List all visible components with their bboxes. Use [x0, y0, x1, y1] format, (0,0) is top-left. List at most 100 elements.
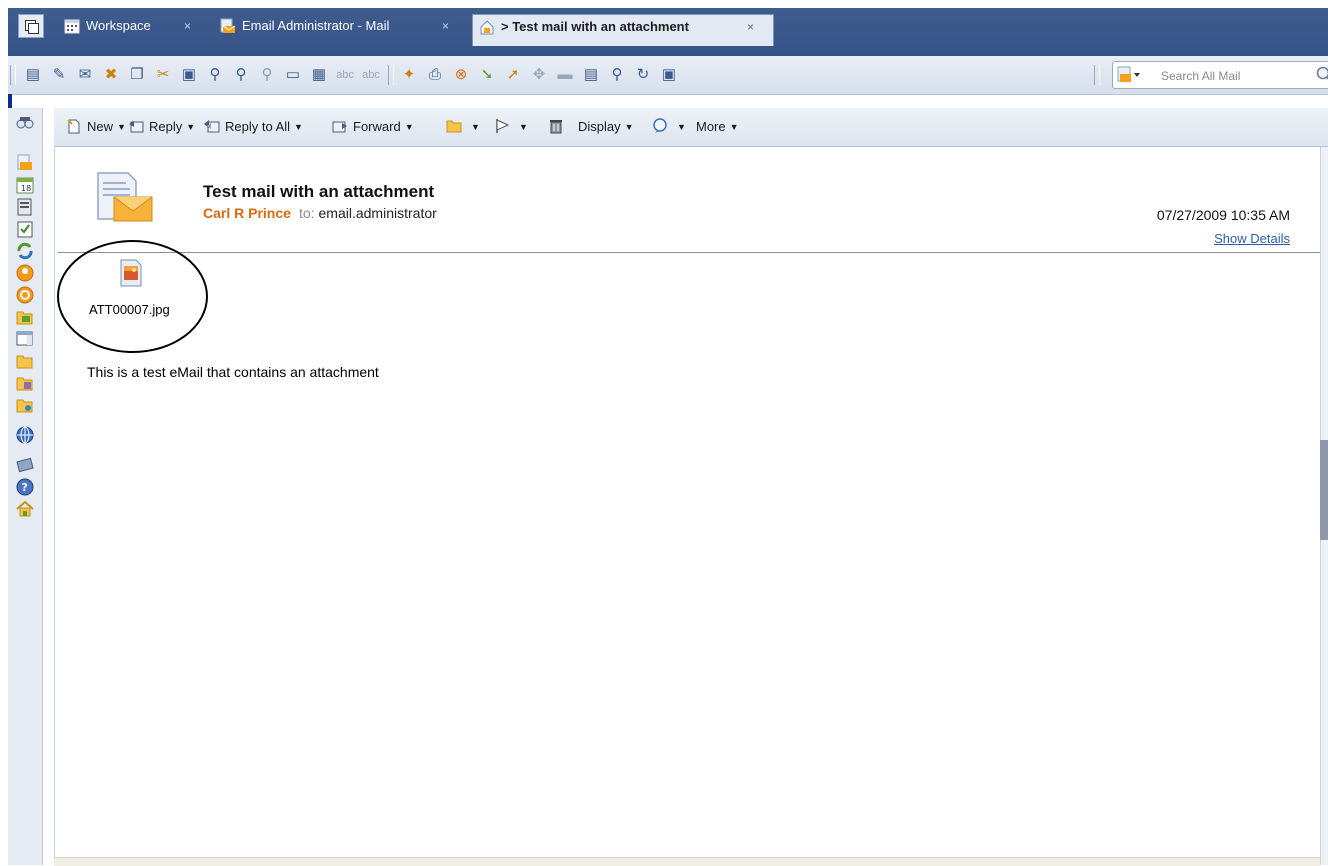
cut-icon[interactable]: ✂: [154, 66, 172, 84]
sender-name[interactable]: Carl R Prince: [203, 205, 291, 221]
forward-icon: [332, 118, 348, 134]
calendar-icon[interactable]: 18: [16, 176, 34, 194]
reply-all-button[interactable]: Reply to All▼: [204, 108, 303, 146]
chevron-down-icon: ▼: [294, 108, 303, 146]
contacts-icon[interactable]: [16, 198, 34, 216]
find-icon[interactable]: [16, 114, 34, 132]
header-divider: [58, 252, 1320, 253]
mail-icon[interactable]: [16, 154, 34, 172]
svg-text:18: 18: [21, 184, 31, 193]
delete-icon[interactable]: ✖: [102, 66, 120, 84]
tab-message[interactable]: > Test mail with an attachment ×: [472, 14, 774, 46]
replication-icon[interactable]: [16, 242, 34, 260]
more-button[interactable]: More ▼: [696, 108, 739, 146]
tab-mail[interactable]: Email Administrator - Mail ×: [214, 14, 466, 38]
collapse-icon[interactable]: ▬: [556, 66, 574, 84]
launcher-rail: 18 ?: [8, 108, 43, 865]
tab-label: > Test mail with an attachment: [501, 19, 689, 34]
chevron-down-icon: ▼: [405, 108, 414, 146]
recipient-name[interactable]: email.administrator: [319, 205, 437, 221]
sender-line: Carl R Prince to:email.administrator: [203, 205, 437, 221]
folder-button[interactable]: ▼: [446, 108, 480, 146]
reply-button[interactable]: Reply ▼: [128, 108, 195, 146]
show-icon[interactable]: ▤: [582, 66, 600, 84]
new-memo-icon[interactable]: ✦: [400, 66, 418, 84]
chevron-down-icon: ▼: [117, 108, 126, 146]
help-icon[interactable]: ▣: [660, 66, 678, 84]
chat-button[interactable]: ▼: [652, 108, 686, 146]
paste-icon[interactable]: ▣: [180, 66, 198, 84]
navigate-unread-icon[interactable]: ✥: [530, 66, 548, 84]
delete-button[interactable]: [548, 108, 569, 146]
close-icon[interactable]: ×: [442, 14, 449, 38]
sidebar-splitter[interactable]: [1320, 440, 1328, 540]
home-icon[interactable]: [16, 500, 34, 518]
activities-icon[interactable]: [16, 286, 34, 304]
attachment-filename[interactable]: ATT00007.jpg: [89, 302, 170, 317]
search-box: [1112, 61, 1328, 89]
tools-icon[interactable]: [16, 456, 34, 474]
navigate-next-icon[interactable]: ➘: [478, 66, 496, 84]
spellcheck-icon[interactable]: abc: [336, 66, 354, 84]
folder-icon: [446, 118, 462, 134]
chevron-down-icon: ▼: [471, 108, 480, 146]
image-file-icon[interactable]: [119, 259, 143, 287]
memo-icon: [96, 171, 154, 223]
folder-icon[interactable]: [16, 352, 34, 370]
reply-icon: [128, 118, 144, 134]
message-datetime: 07/27/2009 10:35 AM: [1157, 207, 1290, 223]
search-input[interactable]: [1159, 65, 1303, 87]
table-icon[interactable]: ▦: [310, 66, 328, 84]
follow-up-button[interactable]: ▼: [494, 108, 528, 146]
layout-icon[interactable]: [16, 330, 34, 348]
trash-icon: [548, 118, 564, 134]
reply-icon[interactable]: ✉: [76, 66, 94, 84]
chevron-down-icon: ▼: [519, 108, 528, 146]
close-icon[interactable]: ×: [747, 15, 754, 39]
chevron-down-icon: ▼: [730, 108, 739, 146]
print-icon[interactable]: ⎙: [426, 66, 444, 84]
open-list-icon[interactable]: [18, 14, 44, 38]
sametime-icon[interactable]: [16, 264, 34, 282]
chevron-down-icon: ▼: [186, 108, 195, 146]
find-people-icon[interactable]: ⚲: [608, 66, 626, 84]
search-scope-icon[interactable]: [1117, 66, 1141, 84]
copy-icon[interactable]: ❐: [128, 66, 146, 84]
properties-icon[interactable]: ▤: [24, 66, 42, 84]
workspace-folder-icon[interactable]: [16, 308, 34, 326]
tab-bar: Workspace × Email Administrator - Mail ×…: [8, 8, 1328, 56]
todo-icon[interactable]: [16, 220, 34, 238]
save-icon[interactable]: ▭: [284, 66, 302, 84]
toolbar-separator: [1094, 65, 1100, 85]
show-details-link[interactable]: Show Details: [1214, 231, 1290, 246]
folder-templates-icon[interactable]: [16, 374, 34, 392]
edit-icon[interactable]: ✎: [50, 66, 68, 84]
reply-label: Reply: [149, 119, 182, 134]
folder-apps-icon[interactable]: [16, 396, 34, 414]
help-icon[interactable]: ?: [16, 478, 34, 496]
stop-icon[interactable]: ⊗: [452, 66, 470, 84]
mail-icon: [220, 18, 236, 34]
svg-text:?: ?: [22, 481, 28, 494]
refresh-icon[interactable]: ↻: [634, 66, 652, 84]
to-label: to:: [299, 205, 315, 221]
new-button[interactable]: New▼: [66, 108, 126, 146]
globe-icon[interactable]: [16, 426, 34, 444]
navigate-prev-icon[interactable]: ➚: [504, 66, 522, 84]
message-pane: [54, 147, 1321, 865]
forward-button[interactable]: Forward▼: [332, 108, 414, 146]
chevron-down-icon: ▼: [677, 108, 686, 146]
tab-workspace[interactable]: Workspace ×: [58, 14, 208, 38]
toolbar-separator: [388, 65, 394, 85]
toolbar-separator: [10, 65, 16, 85]
attach-icon[interactable]: ⚲: [258, 66, 276, 84]
tab-label: Email Administrator - Mail: [242, 18, 389, 33]
search-icon[interactable]: [1315, 65, 1328, 85]
find-next-icon[interactable]: ⚲: [232, 66, 250, 84]
display-button[interactable]: Display▼: [578, 108, 634, 146]
close-icon[interactable]: ×: [184, 14, 191, 38]
find-icon[interactable]: ⚲: [206, 66, 224, 84]
spellcheck-options-icon[interactable]: abc: [362, 66, 380, 84]
message-subject: Test mail with an attachment: [203, 182, 434, 202]
more-label: More: [696, 119, 726, 134]
